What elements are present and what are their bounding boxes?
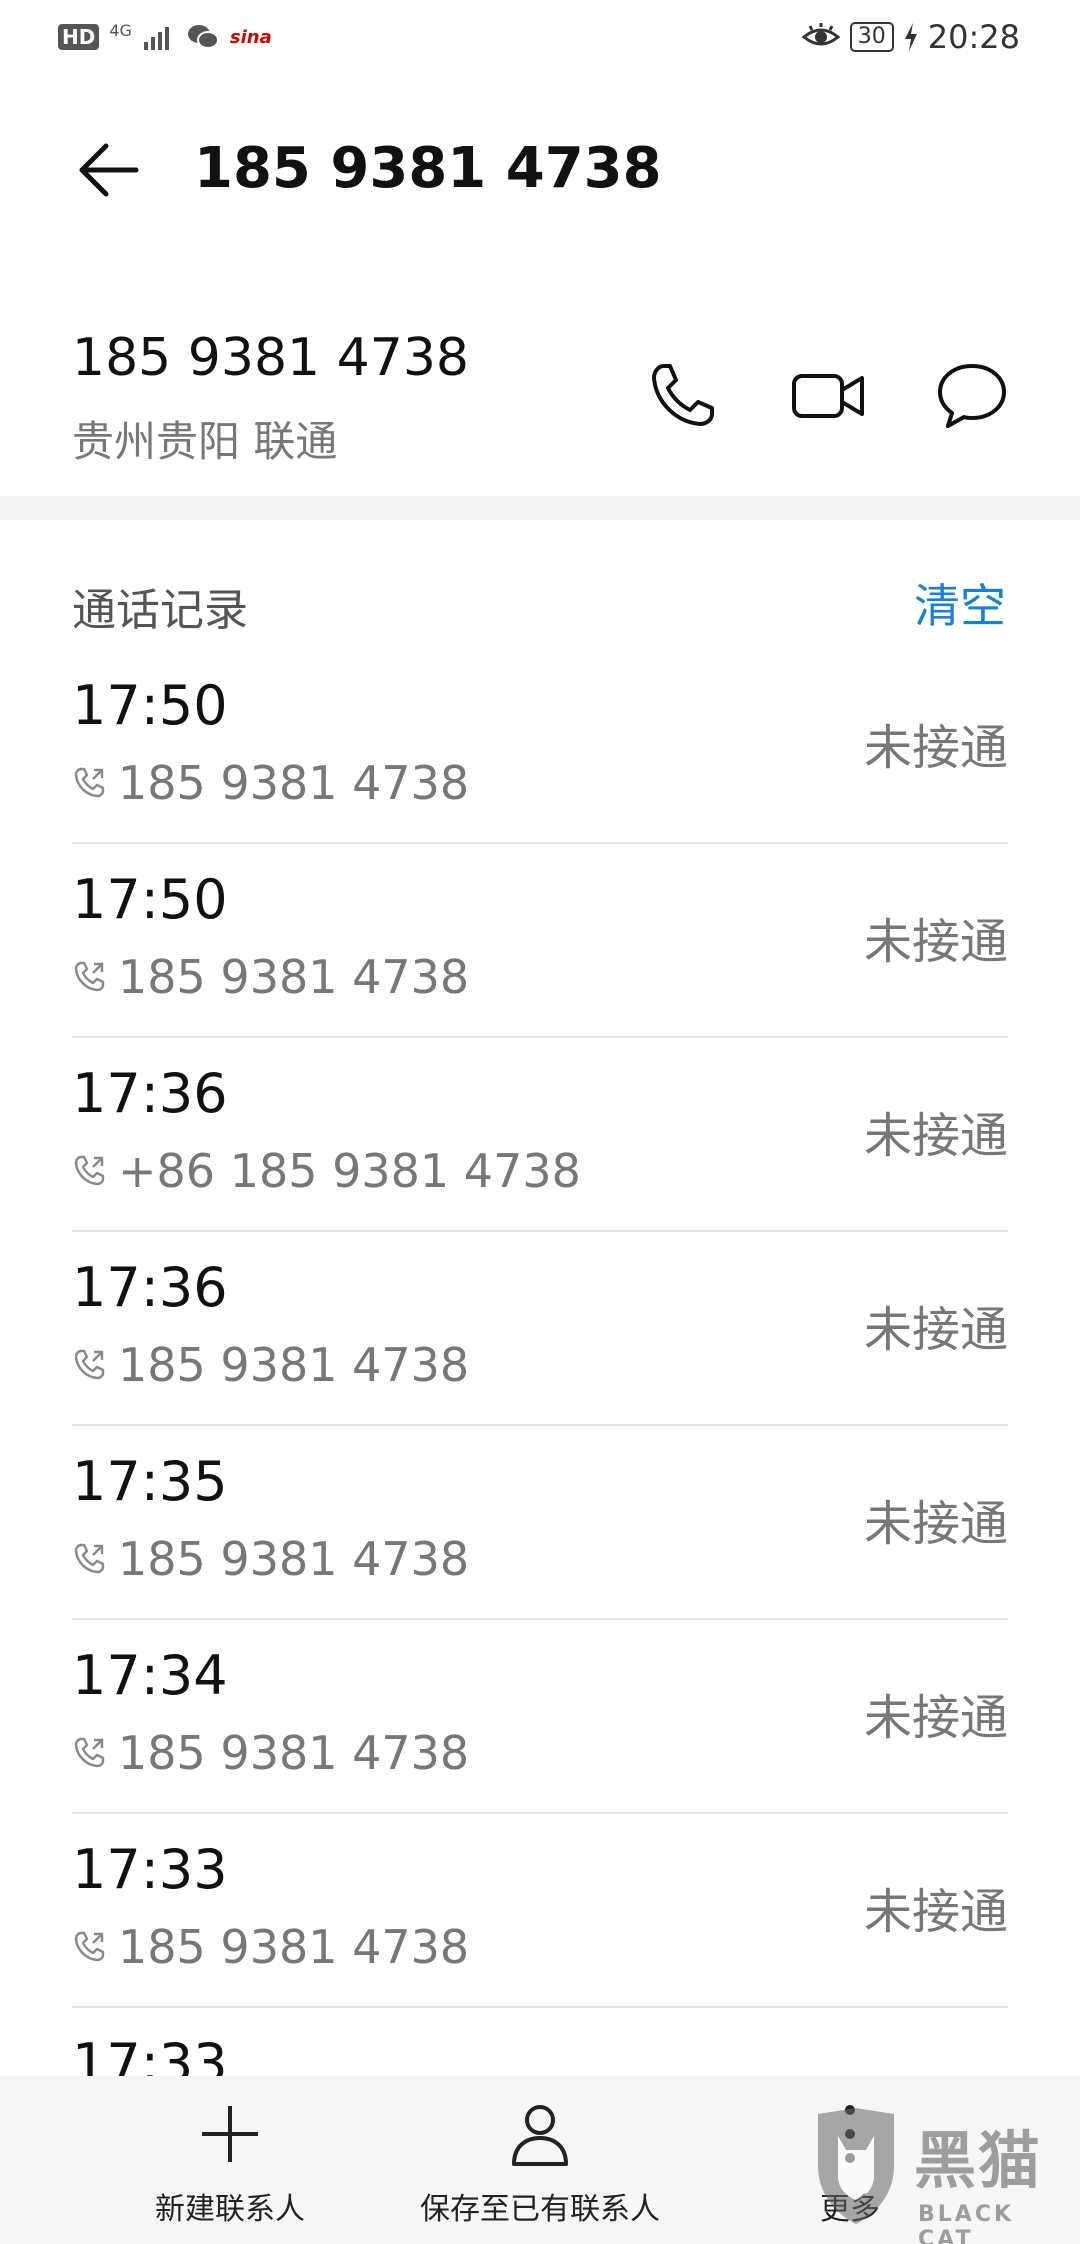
outgoing-call-icon: [74, 1349, 105, 1380]
call-number: 185 9381 4738: [118, 1338, 470, 1392]
call-log-row[interactable]: 17:33 185 9381 4738 未接通: [72, 1814, 1008, 2008]
call-number: 185 9381 4738: [118, 950, 470, 1004]
charging-icon: [904, 23, 917, 51]
call-number-line: +86 185 9381 4738: [72, 1144, 581, 1198]
save-to-existing-button[interactable]: 保存至已有联系人: [400, 2098, 680, 2238]
phone-icon: [652, 364, 714, 426]
sina-icon: sina: [229, 26, 272, 48]
new-contact-label: 新建联系人: [155, 2192, 305, 2227]
call-time: 17:50: [72, 674, 228, 737]
call-number: 185 9381 4738: [118, 1920, 470, 1974]
call-log-row[interactable]: 17:50 185 9381 4738 未接通: [72, 844, 1008, 1038]
chat-bubble-icon: [938, 364, 1006, 428]
call-status: 未接通: [863, 1884, 1008, 1940]
call-status: 未接通: [863, 720, 1008, 776]
call-status: 未接通: [863, 1108, 1008, 1164]
call-detail-screen: HD 4G sina 30 20:28 185 9381 4738 185 93…: [0, 0, 1080, 2244]
call-log-list: 17:50 185 9381 4738 未接通 17:50 185 9381 4738 未…: [72, 650, 1008, 2202]
status-right: 30 20:28: [801, 18, 1020, 56]
call-status: 未接通: [863, 914, 1008, 970]
network-type: 4G: [109, 21, 132, 40]
call-number-line: 185 9381 4738: [72, 1532, 469, 1586]
clock: 20:28: [927, 18, 1020, 56]
hd-badge: HD: [58, 24, 100, 50]
call-status: 未接通: [863, 1302, 1008, 1358]
outgoing-call-icon: [74, 1543, 105, 1574]
call-log-header: 通话记录 清空: [0, 570, 1080, 640]
status-left: HD 4G sina: [58, 22, 272, 52]
page-title: 185 9381 4738: [194, 136, 662, 201]
watermark: 黑猫 BLACK CAT: [810, 2106, 1080, 2244]
section-divider: [0, 496, 1080, 520]
watermark-subtext: BLACK CAT: [918, 2202, 1015, 2244]
clear-button[interactable]: 清空: [914, 570, 1006, 636]
call-number-line: 185 9381 4738: [72, 1726, 469, 1780]
contact-number: 185 9381 4738: [72, 328, 469, 388]
video-call-button[interactable]: [788, 356, 868, 436]
outgoing-call-icon: [74, 1155, 105, 1186]
call-number: 185 9381 4738: [118, 1532, 470, 1586]
watermark-text: 黑猫: [914, 2124, 1043, 2197]
call-time: 17:36: [72, 1062, 228, 1125]
outgoing-call-icon: [74, 1931, 105, 1962]
call-number-line: 185 9381 4738: [72, 756, 469, 810]
new-contact-button[interactable]: 新建联系人: [140, 2098, 320, 2238]
bottom-action-bar: 新建联系人 保存至已有联系人 更多 黑猫 BLACK CAT: [0, 2076, 1080, 2244]
back-arrow-icon: [79, 143, 139, 197]
call-number: +86 185 9381 4738: [118, 1144, 581, 1198]
call-log-row[interactable]: 17:36 185 9381 4738 未接通: [72, 1232, 1008, 1426]
plus-icon: [202, 2106, 258, 2162]
call-status: 未接通: [863, 1690, 1008, 1746]
wechat-icon: [187, 25, 219, 49]
call-button[interactable]: [642, 356, 722, 436]
contact-info: 185 9381 4738 贵州贵阳 联通: [0, 320, 1080, 490]
message-button[interactable]: [932, 356, 1012, 436]
battery-level: 30: [849, 22, 894, 52]
call-status: 未接通: [863, 1496, 1008, 1552]
back-button[interactable]: [70, 130, 150, 210]
contact-location: 贵州贵阳 联通: [72, 417, 338, 466]
outgoing-call-icon: [74, 961, 105, 992]
signal-icon: [143, 27, 169, 50]
call-number: 185 9381 4738: [118, 1726, 470, 1780]
outgoing-call-icon: [74, 1737, 105, 1768]
call-number: 185 9381 4738: [118, 756, 470, 810]
person-icon: [512, 2105, 568, 2166]
call-log-row[interactable]: 17:50 185 9381 4738 未接通: [72, 650, 1008, 844]
call-number-line: 185 9381 4738: [72, 1920, 469, 1974]
call-log-title: 通话记录: [72, 585, 248, 636]
call-log-row[interactable]: 17:35 185 9381 4738 未接通: [72, 1426, 1008, 1620]
status-bar: HD 4G sina 30 20:28: [0, 0, 1080, 80]
outgoing-call-icon: [74, 767, 105, 798]
call-number-line: 185 9381 4738: [72, 1338, 469, 1392]
save-to-existing-label: 保存至已有联系人: [420, 2192, 660, 2227]
call-time: 17:33: [72, 1838, 228, 1901]
cat-shield-logo: [818, 2108, 894, 2224]
call-log-row[interactable]: 17:36 +86 185 9381 4738 未接通: [72, 1038, 1008, 1232]
call-log-row[interactable]: 17:34 185 9381 4738 未接通: [72, 1620, 1008, 1814]
app-header: 185 9381 4738: [0, 110, 1080, 230]
video-camera-icon: [792, 374, 864, 418]
call-number-line: 185 9381 4738: [72, 950, 469, 1004]
call-time: 17:35: [72, 1450, 228, 1513]
call-time: 17:36: [72, 1256, 228, 1319]
call-time: 17:50: [72, 868, 228, 931]
eye-comfort-icon: [801, 23, 840, 46]
call-time: 17:34: [72, 1644, 228, 1707]
